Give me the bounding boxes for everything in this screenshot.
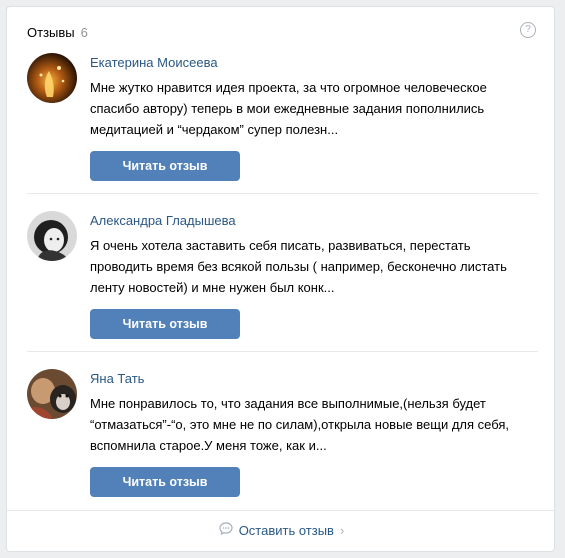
reviews-header: Отзывы 6: [27, 25, 88, 40]
reviews-count: 6: [80, 25, 88, 40]
comment-icon: [219, 522, 233, 538]
read-review-button[interactable]: Читать отзыв: [90, 309, 240, 339]
read-review-button[interactable]: Читать отзыв: [90, 151, 240, 181]
chevron-right-icon: ›: [339, 522, 345, 538]
question-icon[interactable]: ?: [520, 22, 536, 38]
leave-review-label[interactable]: Оставить отзыв: [239, 523, 334, 538]
avatar[interactable]: [27, 369, 77, 419]
review-author-name[interactable]: Екатерина Моисеева: [90, 55, 218, 70]
review-item: Яна Тать Мне понравилось то, что задания…: [27, 369, 537, 499]
reviews-title: Отзывы: [27, 25, 75, 40]
avatar[interactable]: [27, 211, 77, 261]
review-text: Мне жутко нравится идея проекта, за что …: [90, 80, 487, 137]
reviews-card: Отзывы 6 ? Екатерина Моисеева Мне жутко …: [6, 6, 556, 552]
divider: [27, 193, 538, 194]
review-author-name[interactable]: Яна Тать: [90, 371, 144, 386]
review-text: Я очень хотела заставить себя писать, ра…: [90, 238, 507, 295]
read-review-button[interactable]: Читать отзыв: [90, 467, 240, 497]
footer-divider: [7, 510, 556, 511]
avatar[interactable]: [27, 53, 77, 103]
review-author-name[interactable]: Александра Гладышева: [90, 213, 236, 228]
leave-review-link[interactable]: Оставить отзыв ›: [7, 522, 556, 538]
divider: [27, 351, 538, 352]
review-text: Мне понравилось то, что задания все выпо…: [90, 396, 510, 453]
review-item: Екатерина Моисеева Мне жутко нравится ид…: [27, 53, 537, 183]
review-item: Александра Гладышева Я очень хотела заст…: [27, 211, 537, 341]
